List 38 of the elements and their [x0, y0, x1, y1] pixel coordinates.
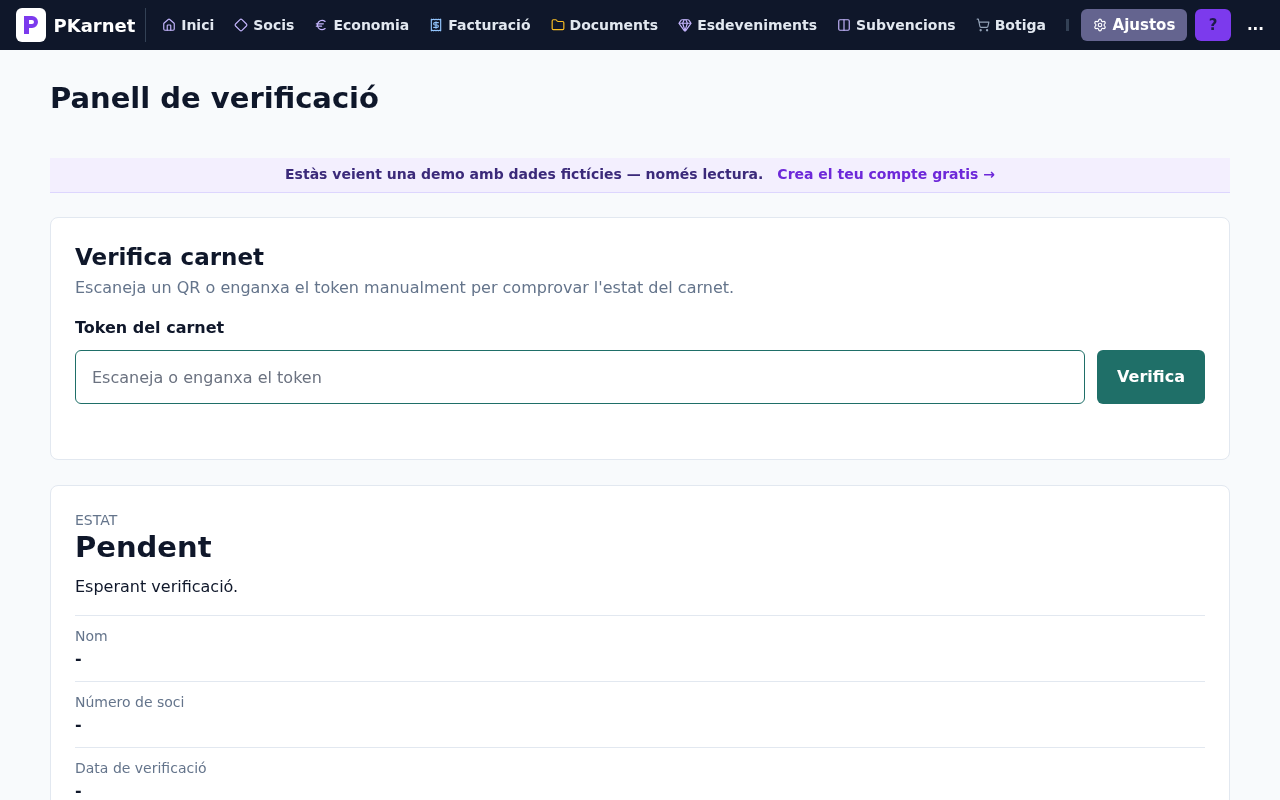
nav-link[interactable]: Economia: [314, 14, 410, 36]
nav-link[interactable]: Subvencions: [837, 14, 956, 36]
field-label: Número de soci: [75, 693, 186, 712]
nav-link[interactable]: Socis: [234, 14, 295, 36]
nav-link[interactable]: Inici: [162, 14, 215, 36]
cart-icon: [975, 18, 990, 32]
settings-button[interactable]: Ajustos: [1080, 9, 1188, 41]
field-label: Nom: [75, 627, 109, 646]
page-title: Panell de verificació: [50, 80, 380, 117]
brand-name: PKarnet: [53, 13, 136, 38]
field-value: -: [75, 648, 83, 670]
card-title: Verifica carnet: [75, 242, 266, 272]
verify-button[interactable]: Verifica: [1097, 350, 1205, 404]
diamond-icon: [234, 18, 249, 32]
status-value: Pendent: [75, 531, 213, 563]
nav-link[interactable]: Documents: [550, 14, 659, 36]
columns-icon: [837, 18, 851, 32]
home-icon: [162, 18, 177, 32]
signup-link[interactable]: Crea el teu compte gratis →: [777, 164, 995, 185]
demo-notice: Estàs veient una demo amb dades fictícies — només lectura.: [285, 165, 764, 184]
field-label: Data de verificació: [75, 759, 208, 778]
field-label: Token del carnet: [75, 317, 226, 339]
nav-link[interactable]: Botiga: [975, 14, 1046, 36]
settings-icon: [1092, 18, 1107, 32]
field-value: -: [75, 714, 83, 736]
status-message: Esperant verificació.: [75, 576, 240, 598]
receipt-icon: [429, 18, 444, 32]
gem-icon: [678, 18, 693, 32]
logo-icon: [16, 8, 46, 42]
status-label: ESTAT: [75, 511, 119, 530]
card-subtitle: Escaneja un QR o enganxa el token manualment per comprovar l'estat del carnet.: [75, 277, 736, 299]
field-value: -: [75, 780, 83, 800]
token-input-field[interactable]: Escaneja o enganxa el token: [75, 350, 1085, 404]
euro-icon: [314, 18, 329, 32]
nav-link[interactable]: Facturació: [429, 14, 531, 36]
nav-link[interactable]: Esdeveniments: [678, 14, 817, 36]
more-button[interactable]: ...: [1246, 13, 1264, 37]
folder-icon: [550, 18, 565, 32]
